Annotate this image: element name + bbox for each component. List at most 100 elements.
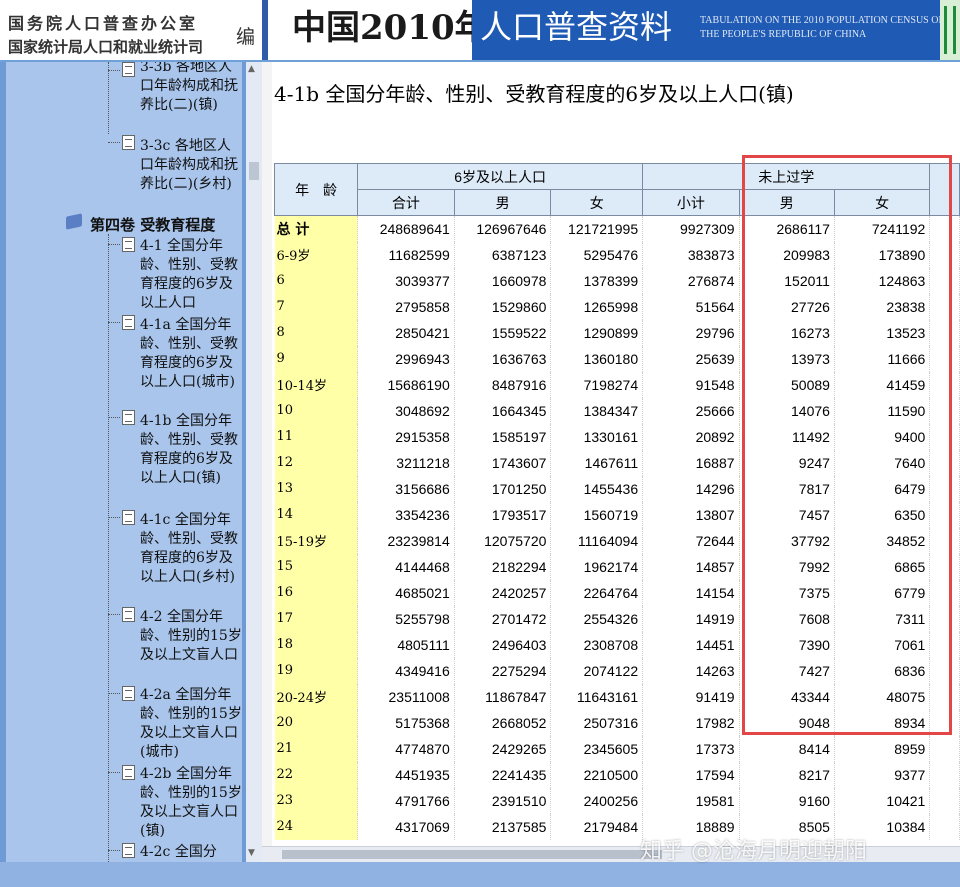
horizontal-scroll-thumb[interactable]	[282, 850, 662, 859]
value-cell: 2420257	[454, 579, 552, 606]
sidebar-item-3-3c[interactable]: 3-3c 各地区人口年龄构成和抚养比(二)(乡村)	[140, 137, 242, 194]
edit-label: 编	[236, 26, 256, 48]
tree-connector	[108, 322, 120, 323]
age-cell: 20	[274, 709, 359, 736]
sidebar-item-4-2c[interactable]: 4-2c 全国分	[140, 843, 242, 862]
value-cell: 1330161	[550, 423, 644, 450]
sidebar-scrollbar[interactable]: ▲ ▼	[246, 62, 262, 862]
value-cell: 9377	[834, 761, 931, 788]
sidebar-item-4-2b[interactable]: 4-2b 全国分年龄、性别的15岁及以上文盲人口(镇)	[140, 765, 242, 841]
value-cell: 3039377	[357, 267, 455, 294]
value-cell: 4791766	[357, 787, 455, 814]
value-cell: 25666	[642, 397, 740, 424]
tree-connector	[108, 244, 120, 245]
value-cell: 91548	[642, 371, 740, 398]
value-cell: 2701472	[454, 605, 552, 632]
table-row: 22 4451935 2241435 2210500 17594 8217 9377	[274, 761, 960, 788]
value-cell: 2182294	[454, 553, 552, 580]
tree-connector	[108, 517, 120, 518]
value-cell: 4805111	[357, 631, 455, 658]
sidebar-scroll-thumb[interactable]	[249, 162, 259, 180]
value-cell: 20892	[642, 423, 740, 450]
header-col-subtotal: 小计	[642, 189, 740, 216]
value-cell: 29796	[642, 319, 740, 346]
value-cell: 9927309	[642, 215, 740, 242]
value-cell: 2074122	[550, 657, 644, 684]
age-cell: 18	[274, 631, 359, 658]
age-cell: 9	[274, 345, 359, 372]
age-cell: 8	[274, 319, 359, 346]
age-cell: 21	[274, 735, 359, 762]
value-cell: 72644	[642, 527, 740, 554]
value-cell: 10421	[834, 787, 931, 814]
header-age: 年 龄	[273, 163, 359, 216]
age-cell: 7	[274, 293, 359, 320]
document-icon	[122, 607, 135, 622]
header-english-title: TABULATION ON THE 2010 POPULATION CENSUS…	[700, 14, 944, 42]
value-cell: 11867847	[454, 683, 552, 710]
document-icon	[122, 843, 135, 858]
value-cell: 19581	[642, 787, 740, 814]
age-cell: 17	[274, 605, 359, 632]
age-cell: 13	[274, 475, 359, 502]
document-icon	[122, 410, 135, 425]
sidebar-item-3-3b[interactable]: 3-3b 各地区人口年龄构成和抚养比(二)(镇)	[140, 62, 242, 115]
age-cell: 16	[274, 579, 359, 606]
overflow-cell	[929, 735, 960, 762]
org-name-line2: 国家统计局人口和就业统计司	[8, 38, 204, 56]
value-cell: 1743607	[454, 449, 552, 476]
value-cell: 3354236	[357, 501, 455, 528]
tree-connector	[108, 234, 109, 862]
value-cell: 2429265	[454, 735, 552, 762]
sidebar-item-4-2[interactable]: 4-2 全国分年龄、性别的15岁及以上文盲人口	[140, 608, 242, 665]
value-cell: 1636763	[454, 345, 552, 372]
document-icon	[122, 237, 135, 252]
header-subtitle: 人口普查资料	[480, 8, 673, 46]
age-cell: 10-14岁	[274, 371, 359, 398]
value-cell: 14263	[642, 657, 740, 684]
age-cell: 15-19岁	[274, 527, 359, 554]
tree-connector	[108, 772, 120, 773]
value-cell: 2179484	[550, 813, 644, 840]
value-cell: 15686190	[357, 371, 455, 398]
age-cell: 总 计	[274, 215, 359, 242]
value-cell: 1660978	[454, 267, 552, 294]
value-cell: 2275294	[454, 657, 552, 684]
header-col-total: 合计	[357, 189, 455, 216]
tree-connector	[108, 614, 120, 615]
sidebar-item-4-1c[interactable]: 4-1c 全国分年龄、性别、受教育程度的6岁及以上人口(乡村)	[140, 511, 242, 587]
value-cell: 2996943	[357, 345, 455, 372]
document-icon	[122, 62, 135, 77]
value-cell: 8959	[834, 735, 931, 762]
sidebar-item-4-1a[interactable]: 4-1a 全国分年龄、性别、受教育程度的6岁及以上人口(城市)	[140, 316, 242, 392]
document-icon	[122, 315, 135, 330]
value-cell: 8414	[739, 735, 835, 762]
value-cell: 8487916	[454, 371, 552, 398]
table-row: 21 4774870 2429265 2345605 17373 8414 8959	[274, 735, 960, 762]
value-cell: 14919	[642, 605, 740, 632]
age-cell: 24	[274, 813, 359, 840]
value-cell: 276874	[642, 267, 740, 294]
value-cell: 1962174	[550, 553, 644, 580]
value-cell: 1384347	[550, 397, 644, 424]
value-cell: 91419	[642, 683, 740, 710]
value-cell: 11164094	[550, 527, 644, 554]
age-cell: 15	[274, 553, 359, 580]
sidebar-item-4-1b[interactable]: 4-1b 全国分年龄、性别、受教育程度的6岁及以上人口(镇)	[140, 412, 242, 488]
document-icon	[122, 510, 135, 525]
scroll-up-icon[interactable]: ▲	[248, 64, 255, 74]
value-cell: 1585197	[454, 423, 552, 450]
document-icon	[122, 686, 135, 701]
tree-connector	[108, 850, 120, 851]
age-cell: 10	[274, 397, 359, 424]
census-logo-icon	[940, 0, 960, 60]
sidebar-volume-4[interactable]: 第四卷 受教育程度	[90, 214, 215, 235]
value-cell: 2668052	[454, 709, 552, 736]
value-cell: 2795858	[357, 293, 455, 320]
sidebar-item-4-2a[interactable]: 4-2a 全国分年龄、性别的15岁及以上文盲人口(城市)	[140, 686, 242, 762]
scroll-down-icon[interactable]: ▼	[248, 848, 255, 858]
value-cell: 2345605	[550, 735, 644, 762]
age-cell: 11	[274, 423, 359, 450]
sidebar-item-4-1[interactable]: 4-1 全国分年龄、性别、受教育程度的6岁及以上人口	[140, 237, 242, 313]
tree-panel: 3-3b 各地区人口年龄构成和抚养比(二)(镇) 3-3c 各地区人口年龄构成和…	[6, 62, 242, 862]
